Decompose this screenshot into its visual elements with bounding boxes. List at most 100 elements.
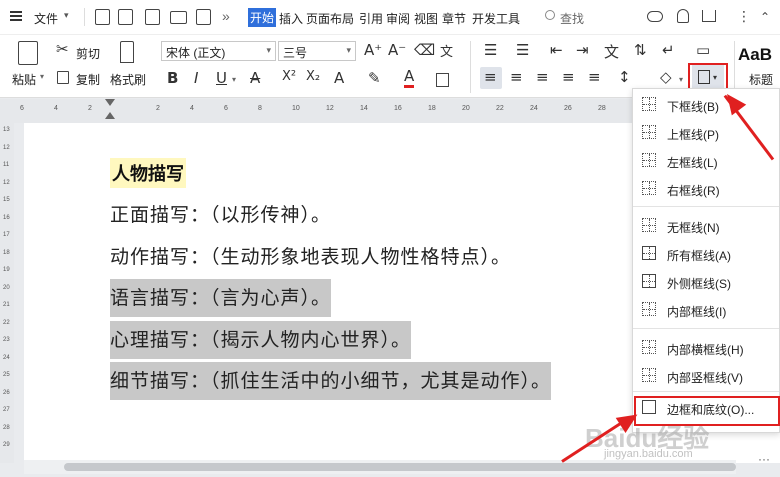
char-border-icon[interactable] [436, 73, 449, 87]
menu-item-border-option[interactable]: 无框线(N) [633, 213, 779, 239]
menu-item-border-option[interactable]: 右框线(R) [633, 176, 779, 202]
menu-item-border-option[interactable]: 外侧框线(S) [633, 269, 779, 295]
line-spacing-icon[interactable]: ↕ [618, 68, 631, 86]
menu-item-border-option[interactable]: 左框线(L) [633, 148, 779, 174]
left-border-icon [642, 153, 656, 167]
tab-developer[interactable]: 开发工具 [472, 10, 520, 27]
document-paragraph[interactable]: 心理描写：（揭示人物内心世界）。 [110, 320, 412, 359]
bullet-list-icon[interactable]: ☰ [484, 41, 497, 59]
export-pdf-icon[interactable] [145, 9, 160, 25]
clear-format-icon[interactable]: ⌫ [414, 41, 435, 59]
ruler-tick-label: 19 [3, 267, 10, 273]
menu-item-label: 上框线(P) [667, 128, 719, 142]
ruler-tick-label: 16 [394, 105, 402, 112]
cut-button[interactable]: 剪切 [76, 45, 100, 62]
ruler-tick-label: 26 [564, 105, 572, 112]
align-center-icon[interactable]: ≡ [510, 68, 523, 86]
format-painter-icon[interactable] [120, 41, 134, 63]
pinyin-icon[interactable]: 文 [440, 41, 453, 60]
tab-home[interactable]: 开始 [248, 8, 277, 27]
save-icon[interactable] [118, 9, 133, 25]
italic-button[interactable]: I [194, 69, 198, 87]
grow-font-button[interactable]: A⁺ [364, 41, 382, 59]
copy-icon[interactable] [57, 71, 69, 84]
indent-marker-icon[interactable] [105, 112, 115, 119]
bold-button[interactable]: B [167, 69, 178, 87]
search-label[interactable]: 查找 [560, 10, 584, 27]
paste-icon[interactable] [18, 41, 38, 65]
shrink-font-button[interactable]: A⁻ [388, 41, 406, 59]
scrollbar-thumb[interactable] [64, 463, 736, 471]
tab-review[interactable]: 审阅 [386, 10, 410, 27]
superscript-button[interactable]: X² [282, 69, 296, 84]
font-size-select[interactable]: 三号 ▾ [278, 41, 356, 61]
ruler-tick-label: 12 [326, 105, 334, 112]
share-icon[interactable] [702, 10, 716, 22]
menu-item-border-option[interactable]: 内部横框线(H) [633, 335, 779, 361]
print-icon[interactable] [170, 11, 187, 24]
ruler-tick-label: 26 [3, 389, 10, 396]
tab-insert[interactable]: 插入 [279, 10, 303, 27]
scissors-icon[interactable]: ✂ [56, 40, 69, 58]
strikethrough-icon[interactable]: A [250, 69, 260, 87]
borders-and-shading-highlight [634, 396, 780, 426]
menu-item-border-option[interactable]: 内部框线(I) [633, 297, 779, 323]
more-tabs-icon[interactable]: » [222, 8, 230, 24]
ruler-tick-label: 24 [530, 105, 538, 112]
vertical-ruler[interactable]: 13 12 11 12 15 16 17 18 19 20 21 22 23 24 25 26 27 28 29 [0, 123, 14, 463]
tab-chapter[interactable]: 章节 [442, 10, 466, 27]
document-paragraph[interactable]: 语言描写：（言为心声）。 [110, 279, 332, 317]
style-heading-label[interactable]: 标题 [749, 71, 773, 88]
tab-view[interactable]: 视图 [414, 10, 438, 27]
subscript-button[interactable]: X₂ [306, 69, 320, 84]
increase-indent-icon[interactable]: ⇥ [576, 41, 589, 59]
chevron-down-icon[interactable]: ▾ [679, 75, 683, 84]
chevron-down-icon[interactable]: ▾ [232, 75, 236, 84]
collapse-ribbon-icon[interactable]: ⌃ [760, 10, 770, 24]
highlight-icon[interactable]: ✎ [368, 69, 381, 87]
document-paragraph[interactable]: 正面描写：（以形传神）。 [110, 196, 331, 234]
show-marks-icon[interactable]: ↵ [662, 41, 675, 59]
user-icon[interactable] [677, 9, 689, 23]
menu-icon[interactable] [10, 10, 22, 22]
chevron-down-icon[interactable]: ▾ [40, 72, 44, 81]
decrease-indent-icon[interactable]: ⇤ [550, 41, 563, 59]
underline-button[interactable]: U [216, 69, 227, 87]
more-icon[interactable]: ··· [758, 452, 770, 466]
new-document-icon[interactable] [95, 9, 110, 25]
font-color-button[interactable]: A [404, 67, 415, 88]
document-heading[interactable]: 人物描写 [110, 158, 186, 188]
align-right-icon[interactable]: ≡ [536, 68, 549, 86]
tab-references[interactable]: 引用 [359, 10, 383, 27]
chevron-down-icon[interactable]: ▾ [64, 10, 69, 21]
tab-page-layout[interactable]: 页面布局 [306, 10, 354, 27]
search-icon[interactable] [545, 10, 555, 20]
cloud-icon[interactable] [647, 11, 663, 22]
file-menu[interactable]: 文件 [34, 10, 58, 27]
menu-item-label: 无框线(N) [667, 221, 720, 235]
sort-icon[interactable]: ⇅ [634, 41, 647, 59]
paste-button[interactable]: 粘贴 [12, 71, 36, 88]
style-heading-sample[interactable]: AaB [738, 45, 772, 65]
menu-item-border-option[interactable]: 内部竖框线(V) [633, 363, 779, 389]
inside-borders-icon [642, 302, 656, 316]
menu-item-border-option[interactable]: 下框线(B) [633, 92, 779, 118]
text-effect-icon[interactable]: A [334, 69, 344, 87]
document-paragraph[interactable]: 动作描写：（生动形象地表现人物性格特点）。 [110, 238, 511, 276]
numbered-list-icon[interactable]: ☰ [516, 41, 529, 59]
shading-icon[interactable]: ◇ [660, 68, 672, 86]
font-name-select[interactable]: 宋体 (正文) ▾ [161, 41, 276, 61]
copy-button[interactable]: 复制 [76, 71, 100, 88]
menu-item-border-option[interactable]: 所有框线(A) [633, 241, 779, 267]
distribute-icon[interactable]: ≡ [588, 68, 601, 86]
chinese-layout-icon[interactable]: 文 [604, 41, 619, 62]
format-painter-button[interactable]: 格式刷 [110, 71, 146, 88]
menu-item-label: 所有框线(A) [667, 249, 731, 263]
table-tools-icon[interactable]: ▭ [696, 41, 710, 59]
more-options-icon[interactable]: ⋮ [737, 8, 751, 25]
document-paragraph[interactable]: 细节描写：（抓住生活中的小细节，尤其是动作）。 [110, 362, 552, 400]
indent-marker-icon[interactable] [105, 99, 115, 106]
justify-icon[interactable]: ≡ [562, 68, 575, 86]
ruler-tick-label: 23 [3, 337, 10, 343]
print-preview-icon[interactable] [196, 9, 211, 25]
